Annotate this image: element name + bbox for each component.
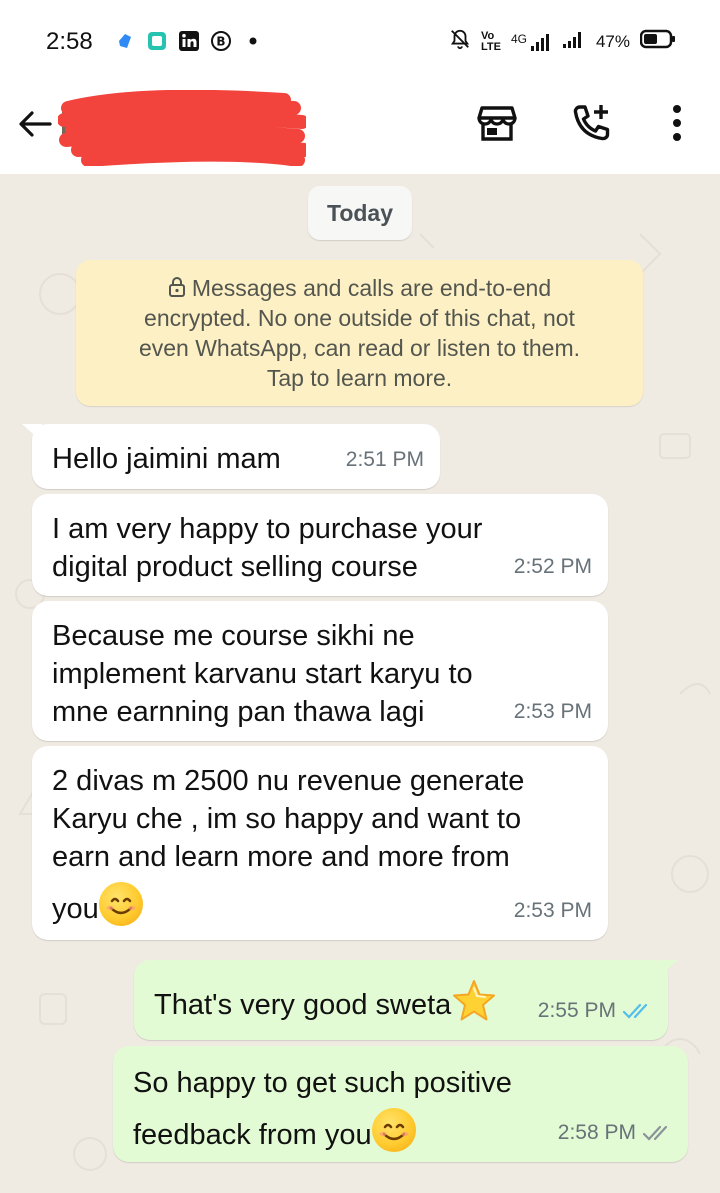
message-time: 2:53 PM — [514, 892, 592, 930]
contact-name-redacted[interactable] — [57, 89, 311, 167]
bubble-tail — [22, 424, 42, 442]
message-timestamp: 2:58 PM — [557, 1121, 636, 1144]
chat-header — [0, 88, 720, 174]
message-timestamp: 2:53 PM — [513, 700, 592, 723]
double-check-delivered-icon — [642, 1125, 668, 1141]
smiling-face-emoji — [371, 1108, 416, 1152]
message-text-line: I am very happy to purchase your — [52, 513, 483, 545]
smiling-face-emoji — [98, 882, 143, 926]
message-time: 2:52 PM — [514, 548, 592, 586]
message-text-fragment: That's very good sweta — [154, 989, 452, 1021]
message-time: 2:58 PM — [558, 1114, 672, 1152]
b-circle-icon: B — [210, 30, 232, 52]
message-text-line: implement karvanu start karyu to — [52, 658, 473, 690]
message-incoming[interactable]: Because me course sikhi ne implement kar… — [32, 601, 608, 741]
message-outgoing[interactable]: So happy to get such positive feedback f… — [113, 1046, 688, 1162]
message-timestamp: 2:53 PM — [513, 899, 592, 922]
encryption-line-3: even WhatsApp, can read or listen to the… — [138, 335, 581, 361]
notification-icons: B — [114, 30, 264, 52]
add-call-icon[interactable] — [568, 100, 614, 146]
message-timestamp: 2:51 PM — [345, 448, 424, 471]
chat-area[interactable]: Today Messages and calls are end-to-end … — [0, 174, 720, 1193]
message-text-line: mne earnning pan thawa lagi — [52, 696, 425, 728]
message-incoming[interactable]: Hello jaimini mam 2:51 PM — [22, 424, 440, 489]
store-icon[interactable] — [474, 100, 520, 146]
message-text-line: Because me course sikhi ne — [52, 620, 415, 652]
bell-muted-icon — [449, 28, 471, 55]
encryption-notice[interactable]: Messages and calls are end-to-end encryp… — [76, 260, 643, 406]
message-text-line: earn and learn more and more from — [52, 841, 510, 873]
svg-text:B: B — [216, 35, 225, 49]
message-incoming[interactable]: 2 divas m 2500 nu revenue generate Karyu… — [32, 746, 608, 940]
app-blue-icon — [114, 30, 136, 52]
date-chip: Today — [308, 186, 412, 240]
message-text-line: So happy to get such positive — [133, 1067, 512, 1099]
encryption-line-2: encrypted. No one outside of this chat, … — [144, 305, 575, 331]
message-text-fragment: you — [52, 893, 99, 925]
message-time: 2:53 PM — [514, 693, 592, 731]
message-timestamp: 2:52 PM — [513, 555, 592, 578]
back-arrow-icon[interactable] — [14, 104, 54, 144]
battery-percent: 47% — [595, 31, 630, 51]
bubble-tail — [658, 960, 678, 978]
message-text-fragment: feedback from you — [133, 1119, 372, 1151]
signal-icon-2 — [562, 29, 586, 54]
status-bar: 2:58 B Vo LTE 4G 47% — [0, 0, 720, 88]
volte-icon: Vo LTE — [480, 29, 501, 53]
glowing-star-emoji — [451, 978, 497, 1024]
status-time: 2:58 — [46, 28, 93, 55]
app-teal-icon — [146, 30, 168, 52]
more-vert-icon[interactable] — [654, 100, 700, 146]
network-type: 4G — [510, 31, 527, 46]
message-text-line: digital product selling course — [52, 551, 418, 583]
message-time: 2:51 PM — [346, 441, 424, 479]
volte-label-top: Vo — [480, 29, 495, 42]
double-check-read-icon — [622, 1003, 648, 1019]
message-timestamp: 2:55 PM — [537, 999, 616, 1022]
message-incoming[interactable]: I am very happy to purchase your digital… — [32, 494, 608, 596]
message-outgoing[interactable]: That's very good sweta 2:55 PM — [134, 960, 678, 1040]
encryption-line-4: Tap to learn more. — [266, 365, 453, 391]
encryption-text-1: Messages and calls are end-to-end — [191, 275, 552, 301]
linkedin-icon — [178, 30, 200, 52]
signal-icon: 4G — [511, 32, 552, 52]
dot-icon — [242, 30, 264, 52]
encryption-line-1: Messages and calls are end-to-end — [76, 273, 643, 303]
message-text-line: Karyu che , im so happy and want to — [52, 803, 522, 835]
lock-icon — [168, 277, 185, 297]
message-text-line-last: you — [52, 882, 588, 928]
volte-label-bottom: LTE — [480, 40, 501, 53]
battery-icon — [639, 29, 676, 54]
status-right: Vo LTE 4G 47% — [449, 28, 676, 55]
message-time: 2:55 PM — [538, 992, 652, 1030]
message-text-line: 2 divas m 2500 nu revenue generate — [52, 765, 525, 797]
